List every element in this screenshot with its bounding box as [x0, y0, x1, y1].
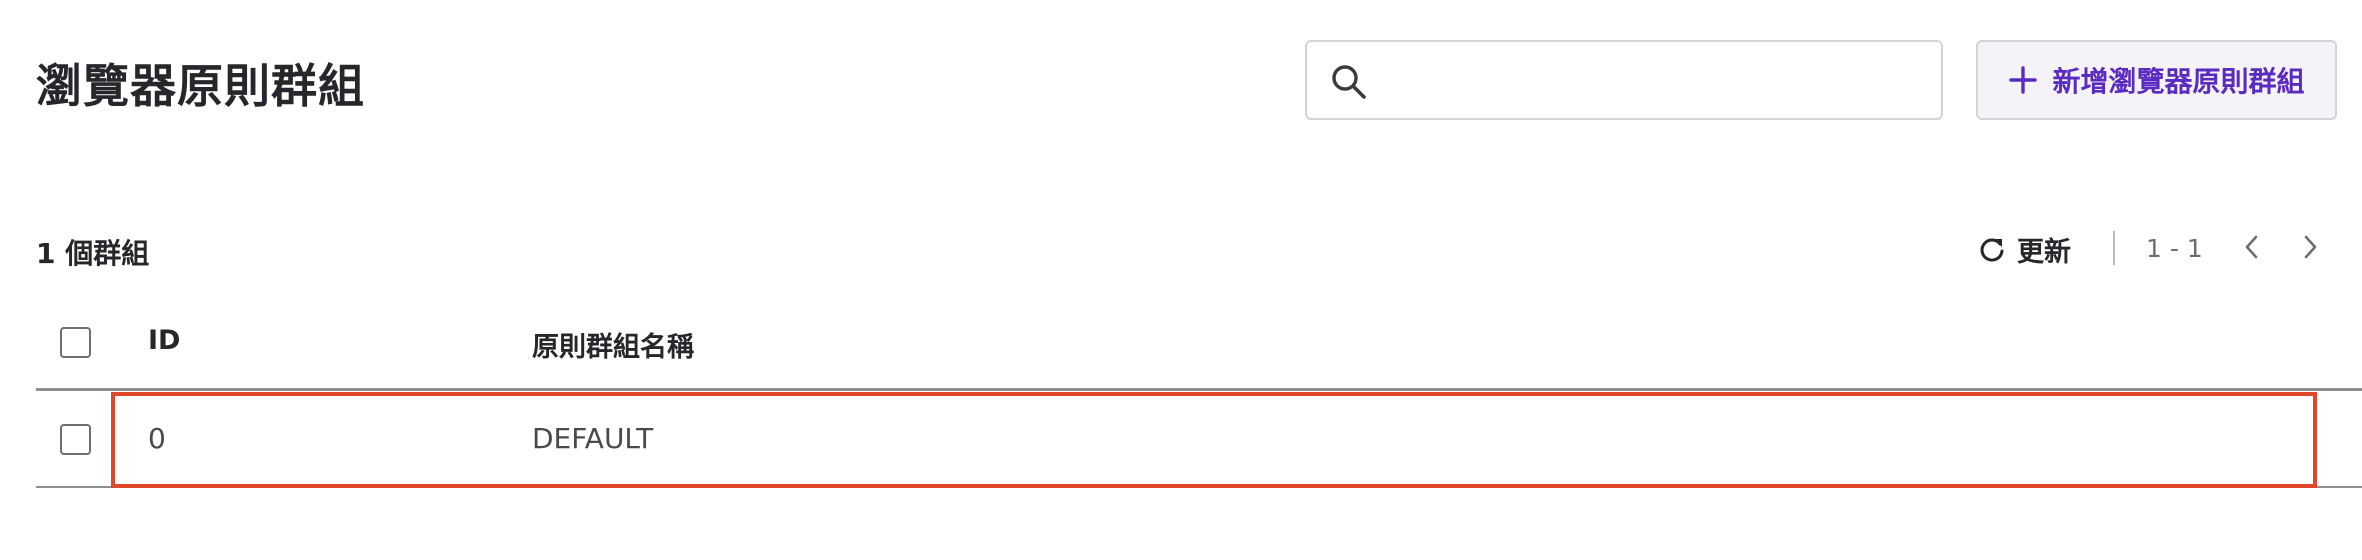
chevron-left-icon[interactable] [2237, 232, 2267, 262]
row-id-cell: 0 [148, 422, 166, 455]
toolbar-divider [2113, 231, 2115, 265]
add-button-label: 新增瀏覽器原則群組 [2052, 65, 2305, 98]
page-range: 1 - 1 [2146, 234, 2203, 263]
table-header-divider [36, 388, 2362, 391]
search-icon [1332, 65, 1366, 99]
plus-icon [2009, 66, 2038, 94]
column-header-id[interactable]: ID [148, 325, 180, 356]
search-box[interactable] [1305, 40, 1943, 120]
refresh-label: 更新 [2017, 237, 2071, 268]
column-header-policy-group-name[interactable]: 原則群組名稱 [532, 325, 694, 364]
group-count: 1 個群組 [36, 237, 150, 270]
add-browser-policy-group-button[interactable]: 新增瀏覽器原則群組 [1976, 40, 2337, 120]
search-input[interactable] [1387, 52, 1927, 110]
row-highlight-box [111, 392, 2317, 488]
page-title: 瀏覽器原則群組 [36, 59, 365, 113]
refresh-button[interactable]: 更新 [1977, 230, 2071, 269]
table-row-divider [36, 486, 2362, 488]
refresh-icon [1980, 238, 2004, 262]
chevron-right-icon[interactable] [2295, 232, 2325, 262]
row-name-cell: DEFAULT [532, 422, 654, 455]
select-all-checkbox[interactable] [60, 327, 91, 358]
row-checkbox[interactable] [60, 424, 91, 455]
